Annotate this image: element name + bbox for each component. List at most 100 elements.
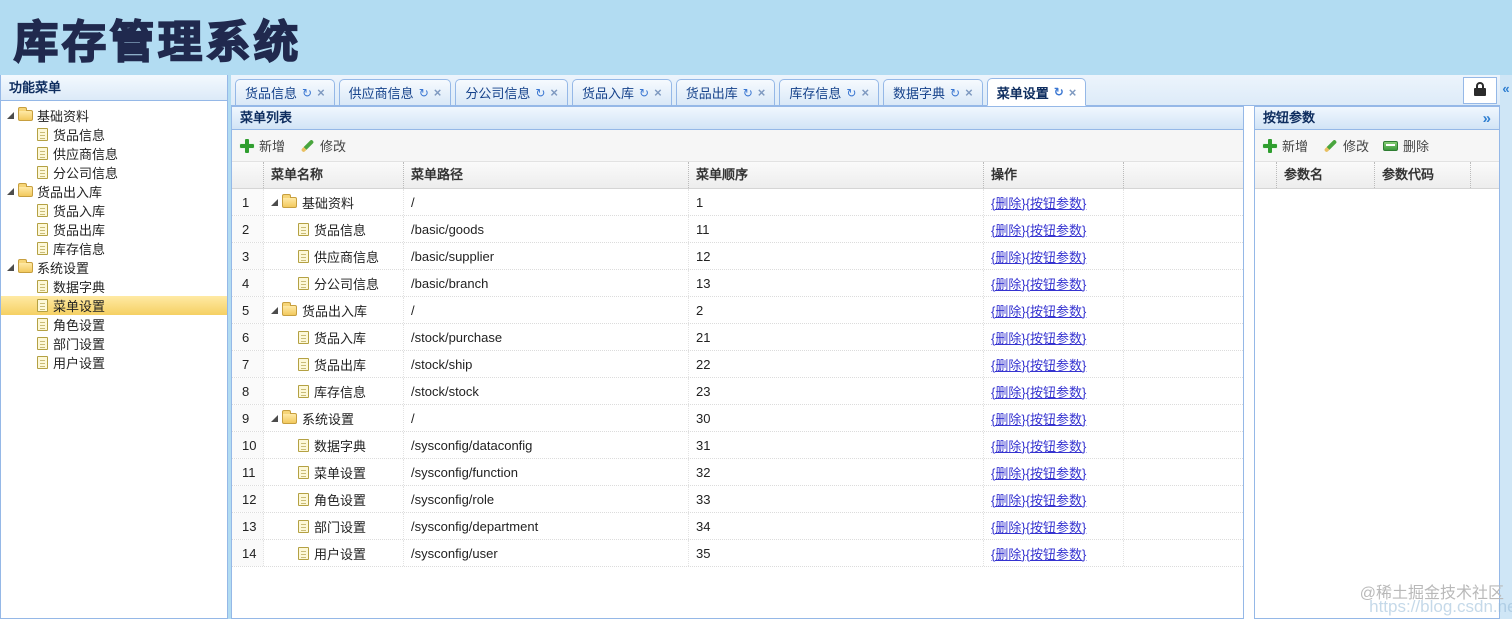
tree-item[interactable]: 菜单设置 <box>1 296 227 315</box>
tree-item[interactable]: 数据字典 <box>1 277 227 296</box>
column-header-param-name[interactable]: 参数名 <box>1277 162 1375 188</box>
button-params-link[interactable]: {按钮参数} <box>1026 382 1087 401</box>
table-row[interactable]: 5 货品出入库/2 {删除} {按钮参数} <box>232 297 1243 324</box>
button-params-link[interactable]: {按钮参数} <box>1026 436 1087 455</box>
add-button[interactable]: 新增 <box>240 136 285 155</box>
collapse-panel-icon[interactable]: » <box>1483 111 1491 126</box>
table-row[interactable]: 4 分公司信息/basic/branch 13 {删除} {按钮参数} <box>232 270 1243 297</box>
close-icon[interactable]: × <box>550 86 558 99</box>
delete-link[interactable]: {删除} <box>991 355 1026 374</box>
delete-link[interactable]: {删除} <box>991 544 1026 563</box>
table-row[interactable]: 14 用户设置/sysconfig/user 35 {删除} {按钮参数} <box>232 540 1243 567</box>
table-row[interactable]: 13 部门设置/sysconfig/department 34 {删除} {按钮参数} <box>232 513 1243 540</box>
expand-icon[interactable] <box>271 198 278 206</box>
tree-item[interactable]: 供应商信息 <box>1 144 227 163</box>
delete-link[interactable]: {删除} <box>991 220 1026 239</box>
tree-item[interactable]: 部门设置 <box>1 334 227 353</box>
delete-link[interactable]: {删除} <box>991 193 1026 212</box>
refresh-icon[interactable]: ↻ <box>743 87 753 99</box>
delete-link[interactable]: {删除} <box>991 490 1026 509</box>
delete-link[interactable]: {删除} <box>991 274 1026 293</box>
add-button[interactable]: 新增 <box>1263 136 1308 155</box>
delete-link[interactable]: {删除} <box>991 382 1026 401</box>
table-row[interactable]: 8 库存信息/stock/stock 23 {删除} {按钮参数} <box>232 378 1243 405</box>
tree-item[interactable]: 库存信息 <box>1 239 227 258</box>
refresh-icon[interactable]: ↻ <box>846 87 856 99</box>
column-header-menu-name[interactable]: 菜单名称 <box>264 162 404 188</box>
tree-folder[interactable]: 基础资料 <box>1 106 227 125</box>
refresh-icon[interactable]: ↻ <box>419 87 429 99</box>
close-icon[interactable]: × <box>434 86 442 99</box>
tab[interactable]: 货品出库 ↻ × <box>675 79 776 105</box>
tab[interactable]: 分公司信息 ↻ × <box>455 79 569 105</box>
expand-icon[interactable] <box>271 306 278 314</box>
tab[interactable]: 供应商信息 ↻ × <box>338 79 452 105</box>
column-header-menu-path[interactable]: 菜单路径 <box>404 162 689 188</box>
button-params-link[interactable]: {按钮参数} <box>1026 355 1087 374</box>
tab[interactable]: 菜单设置 ↻ × <box>986 78 1087 106</box>
button-params-link[interactable]: {按钮参数} <box>1026 220 1087 239</box>
column-header-menu-order[interactable]: 菜单顺序 <box>689 162 984 188</box>
close-icon[interactable]: × <box>861 86 869 99</box>
delete-link[interactable]: {删除} <box>991 328 1026 347</box>
tree-item[interactable]: 货品信息 <box>1 125 227 144</box>
button-params-link[interactable]: {按钮参数} <box>1026 517 1087 536</box>
edit-button[interactable]: 修改 <box>299 136 346 155</box>
edit-button[interactable]: 修改 <box>1322 136 1369 155</box>
lock-button[interactable] <box>1463 76 1497 104</box>
delete-button[interactable]: 删除 <box>1383 136 1429 155</box>
close-icon[interactable]: × <box>1069 86 1077 99</box>
table-row[interactable]: 1 基础资料/1 {删除} {按钮参数} <box>232 189 1243 216</box>
table-row[interactable]: 6 货品入库/stock/purchase 21 {删除} {按钮参数} <box>232 324 1243 351</box>
tab[interactable]: 货品信息 ↻ × <box>235 79 335 105</box>
delete-link[interactable]: {删除} <box>991 409 1026 428</box>
table-row[interactable]: 12 角色设置/sysconfig/role 33 {删除} {按钮参数} <box>232 486 1243 513</box>
tree-folder[interactable]: 系统设置 <box>1 258 227 277</box>
tree-item[interactable]: 角色设置 <box>1 315 227 334</box>
expand-icon[interactable] <box>7 264 14 271</box>
tab[interactable]: 库存信息 ↻ × <box>779 79 880 105</box>
delete-link[interactable]: {删除} <box>991 301 1026 320</box>
tree-item[interactable]: 用户设置 <box>1 353 227 372</box>
table-row[interactable]: 7 货品出库/stock/ship 22 {删除} {按钮参数} <box>232 351 1243 378</box>
expand-icon[interactable] <box>271 414 278 422</box>
table-row[interactable]: 11 菜单设置/sysconfig/function 32 {删除} {按钮参数} <box>232 459 1243 486</box>
delete-link[interactable]: {删除} <box>991 247 1026 266</box>
tree-folder[interactable]: 货品出入库 <box>1 182 227 201</box>
button-params-link[interactable]: {按钮参数} <box>1026 274 1087 293</box>
tree-item[interactable]: 货品出库 <box>1 220 227 239</box>
delete-link[interactable]: {删除} <box>991 463 1026 482</box>
close-icon[interactable]: × <box>758 86 766 99</box>
expand-icon[interactable] <box>7 188 14 195</box>
button-params-link[interactable]: {按钮参数} <box>1026 544 1087 563</box>
button-params-link[interactable]: {按钮参数} <box>1026 193 1087 212</box>
table-row[interactable]: 3 供应商信息/basic/supplier 12 {删除} {按钮参数} <box>232 243 1243 270</box>
refresh-icon[interactable]: ↻ <box>639 87 649 99</box>
button-params-link[interactable]: {按钮参数} <box>1026 490 1087 509</box>
column-header-operations[interactable]: 操作 <box>984 162 1124 188</box>
refresh-icon[interactable]: ↻ <box>302 87 312 99</box>
tab[interactable]: 货品入库 ↻ × <box>572 79 672 105</box>
delete-link[interactable]: {删除} <box>991 517 1026 536</box>
button-params-link[interactable]: {按钮参数} <box>1026 409 1087 428</box>
button-params-link[interactable]: {按钮参数} <box>1026 463 1087 482</box>
table-row[interactable]: 10 数据字典/sysconfig/dataconfig 31 {删除} {按钮参数} <box>232 432 1243 459</box>
close-icon[interactable]: × <box>654 86 662 99</box>
button-params-link[interactable]: {按钮参数} <box>1026 328 1087 347</box>
collapse-left-icon[interactable]: « <box>1502 82 1509 95</box>
refresh-icon[interactable]: ↻ <box>1054 86 1064 98</box>
column-header-param-code[interactable]: 参数代码 <box>1375 162 1471 188</box>
table-row[interactable]: 9 系统设置/30 {删除} {按钮参数} <box>232 405 1243 432</box>
refresh-icon[interactable]: ↻ <box>535 87 545 99</box>
tree-item[interactable]: 分公司信息 <box>1 163 227 182</box>
button-params-link[interactable]: {按钮参数} <box>1026 301 1087 320</box>
button-params-link[interactable]: {按钮参数} <box>1026 247 1087 266</box>
close-icon[interactable]: × <box>317 86 325 99</box>
tab[interactable]: 数据字典 ↻ × <box>883 79 983 105</box>
table-row[interactable]: 2 货品信息/basic/goods 11 {删除} {按钮参数} <box>232 216 1243 243</box>
refresh-icon[interactable]: ↻ <box>950 87 960 99</box>
expand-icon[interactable] <box>7 112 14 119</box>
tree-item[interactable]: 货品入库 <box>1 201 227 220</box>
delete-link[interactable]: {删除} <box>991 436 1026 455</box>
close-icon[interactable]: × <box>965 86 973 99</box>
